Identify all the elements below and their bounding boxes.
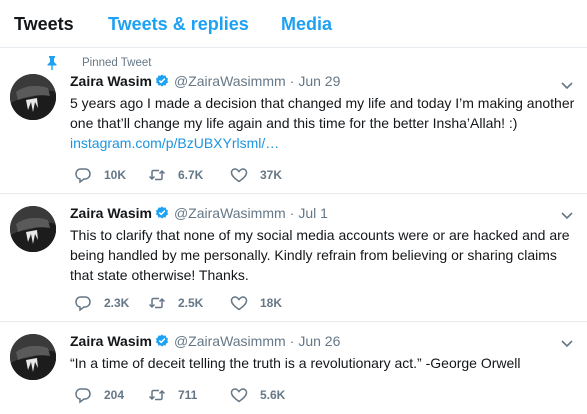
tweet-header: Zaira Wasim @ZairaWasimmm · Jun 29 <box>70 72 340 90</box>
tweet-link[interactable]: instagram.com/p/BzUBXYrlsml/… <box>70 133 575 153</box>
pinned-label: Pinned Tweet <box>82 57 152 69</box>
tab-tweets[interactable]: Tweets <box>14 13 74 35</box>
avatar-image <box>10 206 56 252</box>
tweet-item[interactable]: Zaira Wasim @ZairaWasimmm · Jul 1 This to c… <box>0 194 587 322</box>
tweet-header: Zaira Wasim @ZairaWasimmm · Jun 26 <box>70 332 340 350</box>
retweet-count: 2.5K <box>178 296 204 310</box>
reply-icon <box>75 296 91 312</box>
reply-count: 204 <box>104 388 125 402</box>
author-name[interactable]: Zaira Wasim <box>70 73 152 89</box>
tweet-text-block: 5 years ago I made a decision that chang… <box>70 93 575 153</box>
pin-icon <box>47 56 57 70</box>
tweet-header: Zaira Wasim @ZairaWasimmm · Jul 1 <box>70 204 328 222</box>
tab-media[interactable]: Media <box>281 13 332 35</box>
avatar-image <box>10 74 56 120</box>
author-handle[interactable]: @ZairaWasimmm <box>174 333 286 349</box>
avatar-image <box>10 334 56 380</box>
author-handle[interactable]: @ZairaWasimmm <box>174 73 286 89</box>
reply-count: 10K <box>104 168 127 182</box>
tweet-text: This to clarify that none of my social m… <box>70 227 570 283</box>
author-handle[interactable]: @ZairaWasimmm <box>174 205 286 221</box>
verified-icon <box>155 334 168 347</box>
heart-icon <box>230 296 248 311</box>
avatar[interactable] <box>10 74 56 120</box>
author-name[interactable]: Zaira Wasim <box>70 333 152 349</box>
like-count: 18K <box>260 296 283 310</box>
verified-icon <box>155 74 168 87</box>
reply-icon <box>75 168 91 184</box>
retweet-icon <box>148 389 166 401</box>
tweet-text: 5 years ago I made a decision that chang… <box>70 95 575 131</box>
tab-tweets-and-replies[interactable]: Tweets & replies <box>108 13 249 35</box>
heart-icon <box>230 168 248 183</box>
separator: · <box>289 205 295 221</box>
author-name[interactable]: Zaira Wasim <box>70 205 152 221</box>
reply-icon <box>75 388 91 404</box>
retweet-count: 711 <box>178 388 198 402</box>
like-count: 37K <box>260 168 283 182</box>
profile-tabs: Tweets Tweets & replies Media <box>0 0 587 48</box>
chevron-down-icon[interactable] <box>561 340 573 348</box>
retweet-icon <box>148 297 166 309</box>
separator: · <box>289 333 295 349</box>
tweet-date[interactable]: Jun 26 <box>298 333 340 349</box>
chevron-down-icon[interactable] <box>561 82 573 90</box>
retweet-icon <box>148 169 166 181</box>
tweet-text: “In a time of deceit telling the truth i… <box>70 355 521 371</box>
verified-icon <box>155 206 168 219</box>
separator: · <box>289 73 295 89</box>
reply-count: 2.3K <box>104 296 130 310</box>
like-count: 5.6K <box>260 388 286 402</box>
avatar[interactable] <box>10 334 56 380</box>
chevron-down-icon[interactable] <box>561 212 573 220</box>
tweet-date[interactable]: Jul 1 <box>298 205 328 221</box>
heart-icon <box>230 388 248 403</box>
tweet-item[interactable]: Pinned Tweet Zaira Wasim @ZairaWasimmm · Ju… <box>0 48 587 194</box>
tweet-item[interactable]: Zaira Wasim @ZairaWasimmm · Jun 26 “In a ti… <box>0 322 587 414</box>
tweet-date[interactable]: Jun 29 <box>298 73 340 89</box>
avatar[interactable] <box>10 206 56 252</box>
retweet-count: 6.7K <box>178 168 204 182</box>
